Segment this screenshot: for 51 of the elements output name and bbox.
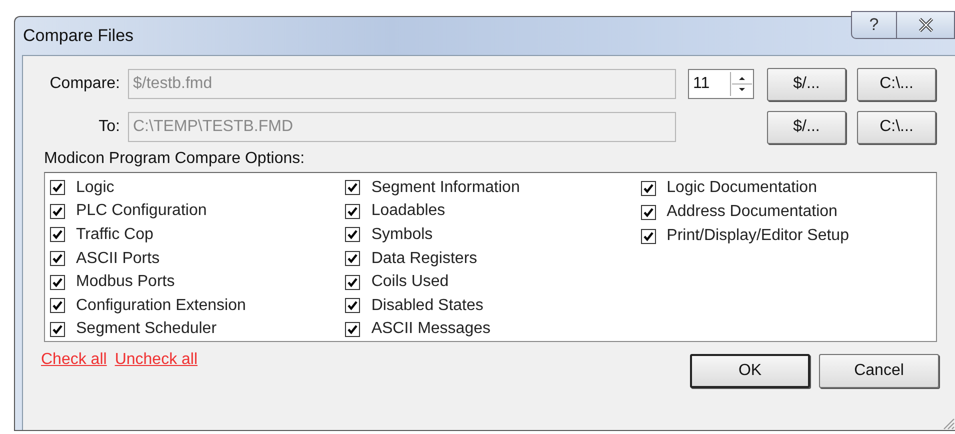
option-label: Data Registers: [371, 250, 478, 268]
browse-button[interactable]: $/...: [767, 110, 846, 144]
option-label: Configuration Extension: [76, 296, 246, 315]
checkbox[interactable]: [50, 298, 65, 314]
checkbox[interactable]: [345, 251, 360, 266]
option-label: Traffic Cop: [76, 226, 154, 244]
checkbox[interactable]: [345, 274, 360, 290]
option-label: Disabled States: [371, 296, 484, 315]
option-label: Logic Documentation: [666, 179, 817, 197]
option-label: Loadables: [371, 202, 446, 220]
resize-grip-icon[interactable]: [941, 416, 955, 430]
option-label: Segment Scheduler: [76, 320, 217, 338]
options-label: Modicon Program Compare Options:: [44, 150, 306, 168]
checkbox[interactable]: [345, 180, 360, 196]
option-label: PLC Configuration: [76, 202, 207, 220]
option-label: Logic: [76, 178, 114, 197]
option-label: ASCII Messages: [371, 320, 490, 338]
close-icon: [918, 18, 934, 32]
checkbox[interactable]: [50, 322, 65, 337]
browse-button[interactable]: $/...: [767, 68, 846, 100]
close-button[interactable]: [897, 11, 955, 39]
checkbox[interactable]: [50, 204, 65, 219]
option-label: Symbols: [371, 226, 433, 244]
window-title: Compare Files: [23, 26, 134, 46]
option-label: ASCII Ports: [76, 250, 160, 268]
checkbox[interactable]: [50, 251, 65, 266]
checkbox[interactable]: [640, 180, 656, 196]
number-spinner[interactable]: 11: [688, 69, 754, 99]
checkbox[interactable]: [640, 228, 656, 244]
checkbox[interactable]: [640, 204, 656, 220]
option-label: Coils Used: [371, 273, 449, 292]
field-label: Compare:: [48, 75, 120, 93]
option-label: Address Documentation: [666, 203, 838, 221]
field-label: To:: [98, 118, 120, 136]
checkbox[interactable]: [50, 227, 65, 242]
checkbox[interactable]: [50, 180, 65, 196]
checkbox[interactable]: [345, 322, 360, 337]
link[interactable]: Check all: [41, 351, 107, 369]
option-label: Modbus Ports: [76, 273, 175, 292]
checkbox[interactable]: [50, 274, 65, 290]
dialog-button[interactable]: OK: [690, 354, 810, 388]
help-button[interactable]: ?: [851, 11, 897, 39]
checkbox[interactable]: [345, 298, 360, 314]
checkbox[interactable]: [345, 204, 360, 219]
browse-button[interactable]: C:\...: [857, 110, 936, 144]
option-label: Segment Information: [371, 178, 520, 197]
link[interactable]: Uncheck all: [114, 351, 198, 369]
checkbox[interactable]: [345, 227, 360, 242]
browse-button[interactable]: C:\...: [857, 68, 936, 100]
dialog-button[interactable]: Cancel: [819, 354, 939, 388]
option-label: Print/Display/Editor Setup: [666, 227, 849, 245]
